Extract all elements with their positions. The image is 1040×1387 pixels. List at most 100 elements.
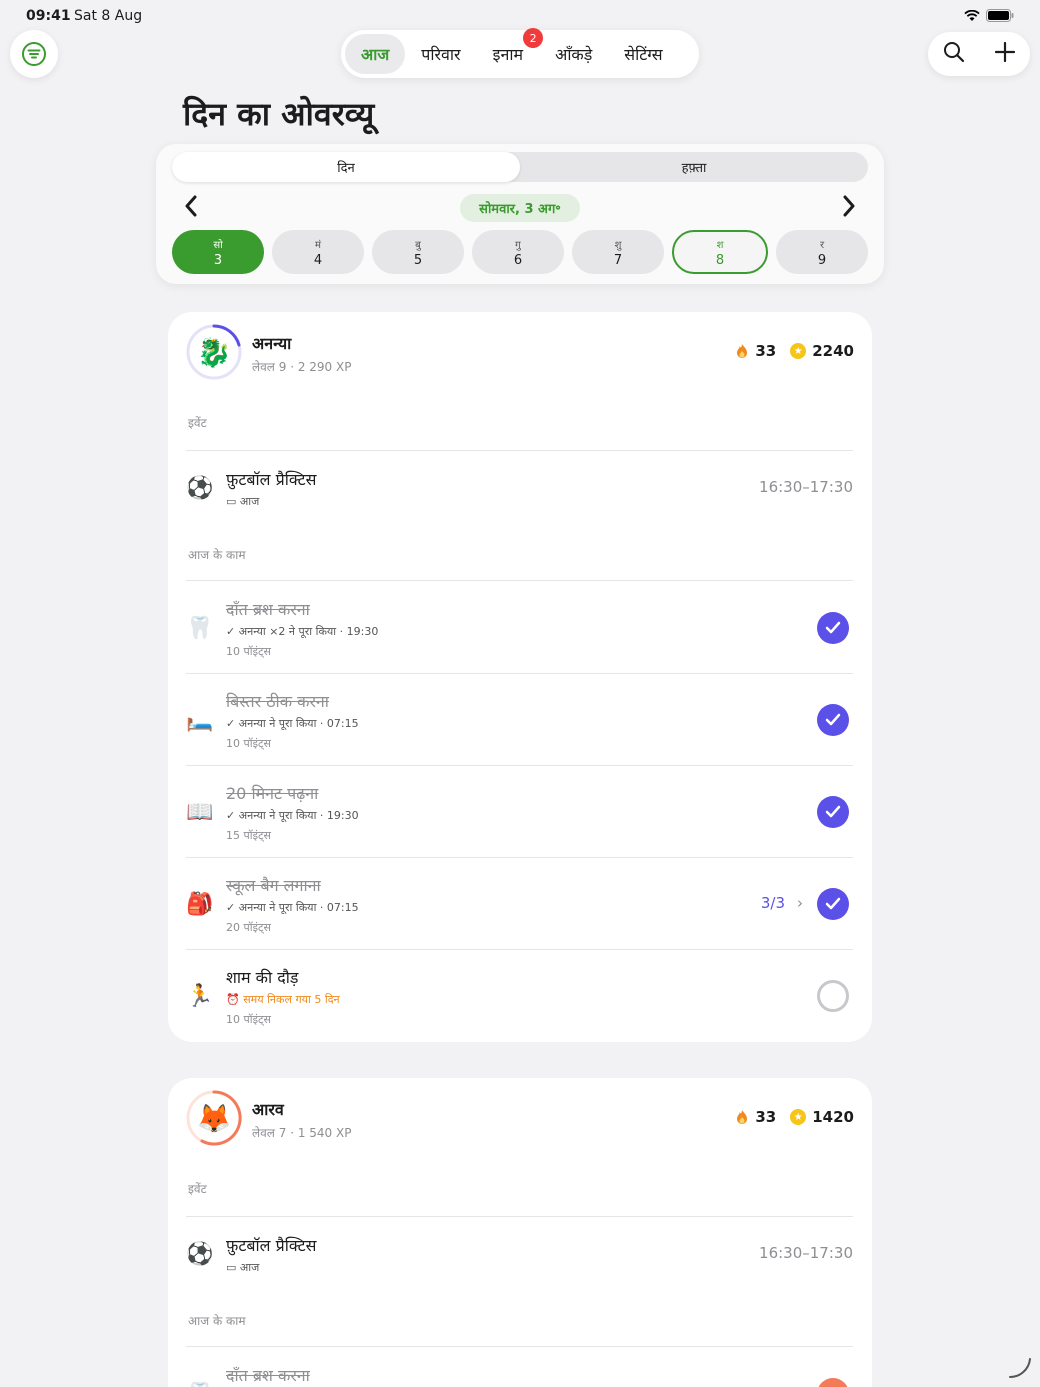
profile-header[interactable]: 🐉 अनन्या लेवल 9 · 2 290 XP 33 ★ 2240 [186, 324, 854, 380]
task-overdue-label: ⏰ समय निकल गया 5 दिन [226, 993, 340, 1006]
day-chip[interactable]: गु 6 [472, 230, 564, 274]
tab-settings[interactable]: सेटिंग्स [608, 34, 678, 74]
task-title: स्कूल बैग लगाना [226, 876, 321, 895]
view-segmented-control: दिन हफ़्ता [172, 152, 868, 182]
status-time: 09:41 [26, 8, 71, 24]
subtask-counter[interactable]: 3/3 › [761, 894, 803, 912]
avatar: 🦊 [186, 1090, 242, 1146]
task-points: 15 पॉइंट्स [226, 829, 271, 842]
tasks-section-label: आज के काम [188, 548, 246, 562]
task-row[interactable]: 🦷 दाँत ब्रश करना [186, 1360, 853, 1387]
event-date-label: आज [239, 1261, 260, 1274]
wifi-icon [964, 9, 980, 21]
task-checkbox-checked[interactable] [817, 888, 849, 920]
page-title: दिन का ओवरव्यू [183, 95, 375, 133]
day-chip[interactable]: मं 4 [272, 230, 364, 274]
task-row[interactable]: 🎒 स्कूल बैग लगाना ✓ अनन्या ने पूरा किया … [186, 870, 853, 950]
scroll-indicator[interactable] [1006, 1353, 1034, 1381]
divider [186, 1216, 853, 1217]
streak-count: 33 [755, 342, 777, 360]
day-chip-today[interactable]: श8 [672, 230, 768, 274]
day-number: 3 [213, 252, 223, 268]
tab-label: परिवार [421, 45, 461, 64]
next-day-button[interactable] [842, 194, 856, 222]
event-title: फ़ुटबॉल प्रैक्टिस [226, 1236, 317, 1255]
events-section-label: इवेंट [188, 1182, 207, 1196]
search-icon [944, 42, 965, 63]
tasks-section-label: आज के काम [188, 1314, 246, 1328]
profile-stats: 33 ★ 2240 [735, 342, 854, 360]
task-title: दाँत ब्रश करना [226, 1366, 310, 1385]
prev-day-button[interactable] [184, 194, 198, 222]
flame-icon [737, 344, 748, 358]
backpack-icon: 🎒 [186, 892, 214, 917]
tab-family[interactable]: परिवार [405, 34, 476, 74]
plus-icon [994, 41, 1016, 63]
profile-card: 🐉 अनन्या लेवल 9 · 2 290 XP 33 ★ 2240 इवे… [168, 312, 872, 1042]
filter-button[interactable] [10, 30, 58, 78]
task-completed-by: ✓ अनन्या ने पूरा किया · 07:15 [226, 901, 359, 914]
battery-icon [986, 9, 1014, 22]
day-chip[interactable]: शु 7 [572, 230, 664, 274]
segment-day[interactable]: दिन [172, 152, 520, 182]
task-checkbox-checked[interactable] [817, 612, 849, 644]
book-icon: 📖 [186, 800, 214, 825]
task-completed-by: ✓ अनन्या ने पूरा किया · 19:30 [226, 809, 359, 822]
status-date: Sat 8 Aug [74, 8, 143, 24]
points-total: 1420 [812, 1108, 854, 1126]
day-chip[interactable]: र9 [776, 230, 868, 274]
task-checkbox[interactable] [817, 1378, 849, 1387]
day-number: 6 [513, 252, 523, 268]
checkmark-icon [825, 713, 841, 726]
task-checkbox-checked[interactable] [817, 796, 849, 828]
calendar-panel: दिन हफ़्ता सोमवार, 3 अग॰ सो 3 मं 4 बु 5 गु 6… [156, 144, 884, 284]
chevron-right-icon: › [797, 894, 803, 912]
day-letter: श [716, 239, 724, 251]
task-row[interactable]: 🏃 शाम की दौड़ ⏰ समय निकल गया 5 दिन 10 पॉ… [186, 962, 853, 1042]
tab-label: आँकड़े [555, 45, 593, 64]
profile-stats: 33 ★ 1420 [735, 1108, 854, 1126]
profile-name: अनन्या [252, 334, 292, 353]
week-day-strip: सो 3 मं 4 बु 5 गु 6 शु 7 श8 र9 [172, 230, 868, 274]
day-chip[interactable]: बु 5 [372, 230, 464, 274]
checkmark-icon [825, 897, 841, 910]
task-row[interactable]: 🦷 दाँत ब्रश करना ✓ अनन्या ×2 ने पूरा किय… [186, 594, 853, 674]
search-button[interactable] [943, 41, 965, 67]
profile-header[interactable]: 🦊 आरव लेवल 7 · 1 540 XP 33 ★ 1420 [186, 1090, 854, 1146]
profile-level: लेवल 9 · 2 290 XP [252, 360, 352, 374]
main-tab-bar: आज परिवार इनाम 2 आँकड़े सेटिंग्स [341, 28, 699, 78]
status-bar: 09:41 Sat 8 Aug [0, 0, 1040, 32]
current-date-pill[interactable]: सोमवार, 3 अग॰ [460, 194, 580, 222]
day-chip[interactable]: सो 3 [172, 230, 264, 274]
calendar-icon: ▭ [226, 495, 240, 508]
profile-card: 🦊 आरव लेवल 7 · 1 540 XP 33 ★ 1420 इवेंट … [168, 1078, 872, 1387]
day-letter: सो [213, 239, 223, 251]
segment-week[interactable]: हफ़्ता [520, 152, 868, 182]
tab-today[interactable]: आज [345, 34, 406, 74]
task-row[interactable]: 📖 20 मिनट पढ़ना ✓ अनन्या ने पूरा किया · … [186, 778, 853, 858]
subtask-count: 3/3 [760, 894, 785, 912]
day-letter: बु [415, 239, 421, 251]
day-letter: मं [315, 239, 321, 251]
task-checkbox-empty[interactable] [817, 980, 849, 1012]
events-section-label: इवेंट [188, 416, 207, 430]
checkmark-icon [825, 805, 841, 818]
add-button[interactable] [994, 41, 1016, 66]
tab-rewards[interactable]: इनाम 2 [477, 28, 544, 74]
day-number: 9 [817, 252, 827, 268]
event-row[interactable]: ⚽ फ़ुटबॉल प्रैक्टिस ▭ आज 16:30–17:30 [186, 1228, 853, 1306]
task-checkbox-checked[interactable] [817, 704, 849, 736]
divider [186, 673, 853, 674]
divider [186, 857, 853, 858]
tab-stats[interactable]: आँकड़े [539, 34, 608, 74]
task-row[interactable]: 🛏️ बिस्तर ठीक करना ✓ अनन्या ने पूरा किया… [186, 686, 853, 766]
day-letter: र [819, 239, 825, 251]
event-row[interactable]: ⚽ फ़ुटबॉल प्रैक्टिस ▭ आज 16:30–17:30 [186, 462, 853, 540]
chevron-right-icon [843, 195, 855, 217]
event-time: 16:30–17:30 [759, 1244, 853, 1262]
divider [186, 450, 853, 451]
task-points: 10 पॉइंट्स [226, 737, 271, 750]
day-number: 7 [613, 252, 623, 268]
avatar-emoji: 🦊 [196, 1101, 232, 1135]
task-completed-by: ✓ अनन्या ने पूरा किया · 07:15 [226, 717, 359, 730]
